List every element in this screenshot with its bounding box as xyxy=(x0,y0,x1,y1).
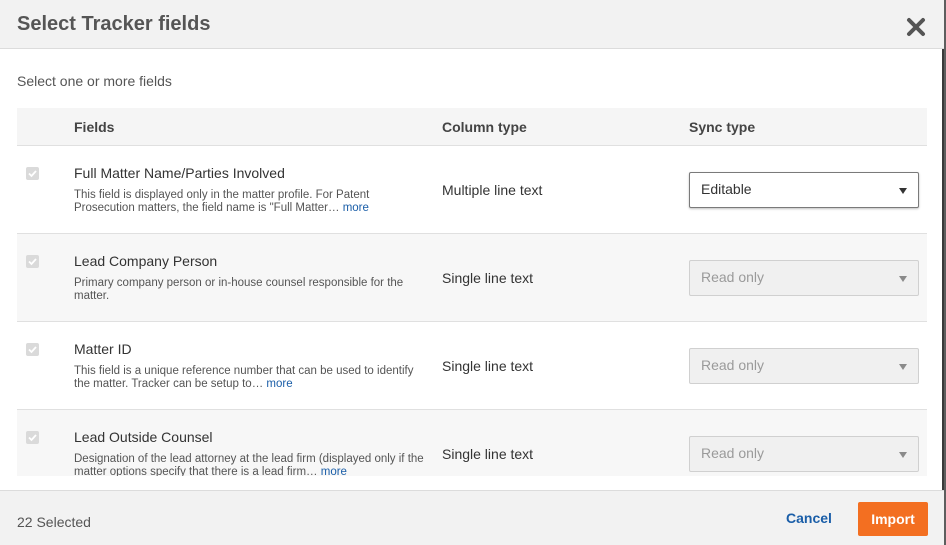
table-row: Matter ID This field is a unique referen… xyxy=(17,322,927,410)
sync-type-select: Read only xyxy=(689,260,919,296)
sync-type-select[interactable]: Editable xyxy=(689,172,919,208)
select-tracker-fields-dialog: Select Tracker fields Select one or more… xyxy=(0,0,944,545)
field-checkbox[interactable] xyxy=(26,255,39,268)
close-button[interactable] xyxy=(905,16,927,38)
sync-type-select: Read only xyxy=(689,348,919,384)
field-description: Designation of the lead attorney at the … xyxy=(74,453,424,476)
sync-type-select: Read only xyxy=(689,436,919,472)
more-link[interactable]: more xyxy=(343,202,369,214)
field-name: Lead Company Person xyxy=(74,253,218,269)
cancel-button[interactable]: Cancel xyxy=(786,510,832,526)
table-row: Lead Outside Counsel Designation of the … xyxy=(17,410,927,476)
checkmark-icon xyxy=(28,346,37,354)
checkmark-icon xyxy=(28,434,37,442)
field-name: Matter ID xyxy=(74,341,132,357)
field-name: Full Matter Name/Parties Involved xyxy=(74,165,285,181)
table-row: Lead Company Person Primary company pers… xyxy=(17,234,927,322)
dialog-footer: 22 Selected Cancel Import xyxy=(0,490,944,545)
chevron-down-icon xyxy=(899,276,907,282)
fields-table-body[interactable]: Full Matter Name/Parties Involved This f… xyxy=(17,146,927,476)
checkmark-icon xyxy=(28,258,37,266)
field-checkbox[interactable] xyxy=(26,167,39,180)
header-fields: Fields xyxy=(74,119,115,135)
field-description: This field is displayed only in the matt… xyxy=(74,189,370,214)
column-type: Single line text xyxy=(442,446,534,462)
field-description: Primary company person or in-house couns… xyxy=(74,277,404,302)
dialog-header: Select Tracker fields xyxy=(0,0,944,49)
chevron-down-icon xyxy=(899,452,907,458)
sync-type-value: Read only xyxy=(701,269,765,285)
column-type: Multiple line text xyxy=(442,182,543,198)
sync-type-value: Editable xyxy=(701,181,752,197)
more-link[interactable]: more xyxy=(266,378,292,390)
header-sync-type: Sync type xyxy=(689,119,756,135)
close-icon xyxy=(907,18,925,36)
field-description: This field is a unique reference number … xyxy=(74,365,414,390)
field-checkbox[interactable] xyxy=(26,431,39,444)
header-column-type: Column type xyxy=(442,119,527,135)
field-checkbox[interactable] xyxy=(26,343,39,356)
dialog-subtitle: Select one or more fields xyxy=(17,73,172,89)
selected-count: 22 Selected xyxy=(17,514,91,530)
chevron-down-icon xyxy=(899,188,907,194)
chevron-down-icon xyxy=(899,364,907,370)
dialog-title: Select Tracker fields xyxy=(17,13,211,35)
column-type: Single line text xyxy=(442,358,534,374)
field-name: Lead Outside Counsel xyxy=(74,429,213,445)
table-row: Full Matter Name/Parties Involved This f… xyxy=(17,146,927,234)
sync-type-value: Read only xyxy=(701,445,765,461)
fields-table-header: Fields Column type Sync type xyxy=(17,108,927,146)
column-type: Single line text xyxy=(442,270,534,286)
sync-type-value: Read only xyxy=(701,357,765,373)
more-link[interactable]: more xyxy=(321,466,347,476)
checkmark-icon xyxy=(28,170,37,178)
import-button[interactable]: Import xyxy=(858,502,928,536)
